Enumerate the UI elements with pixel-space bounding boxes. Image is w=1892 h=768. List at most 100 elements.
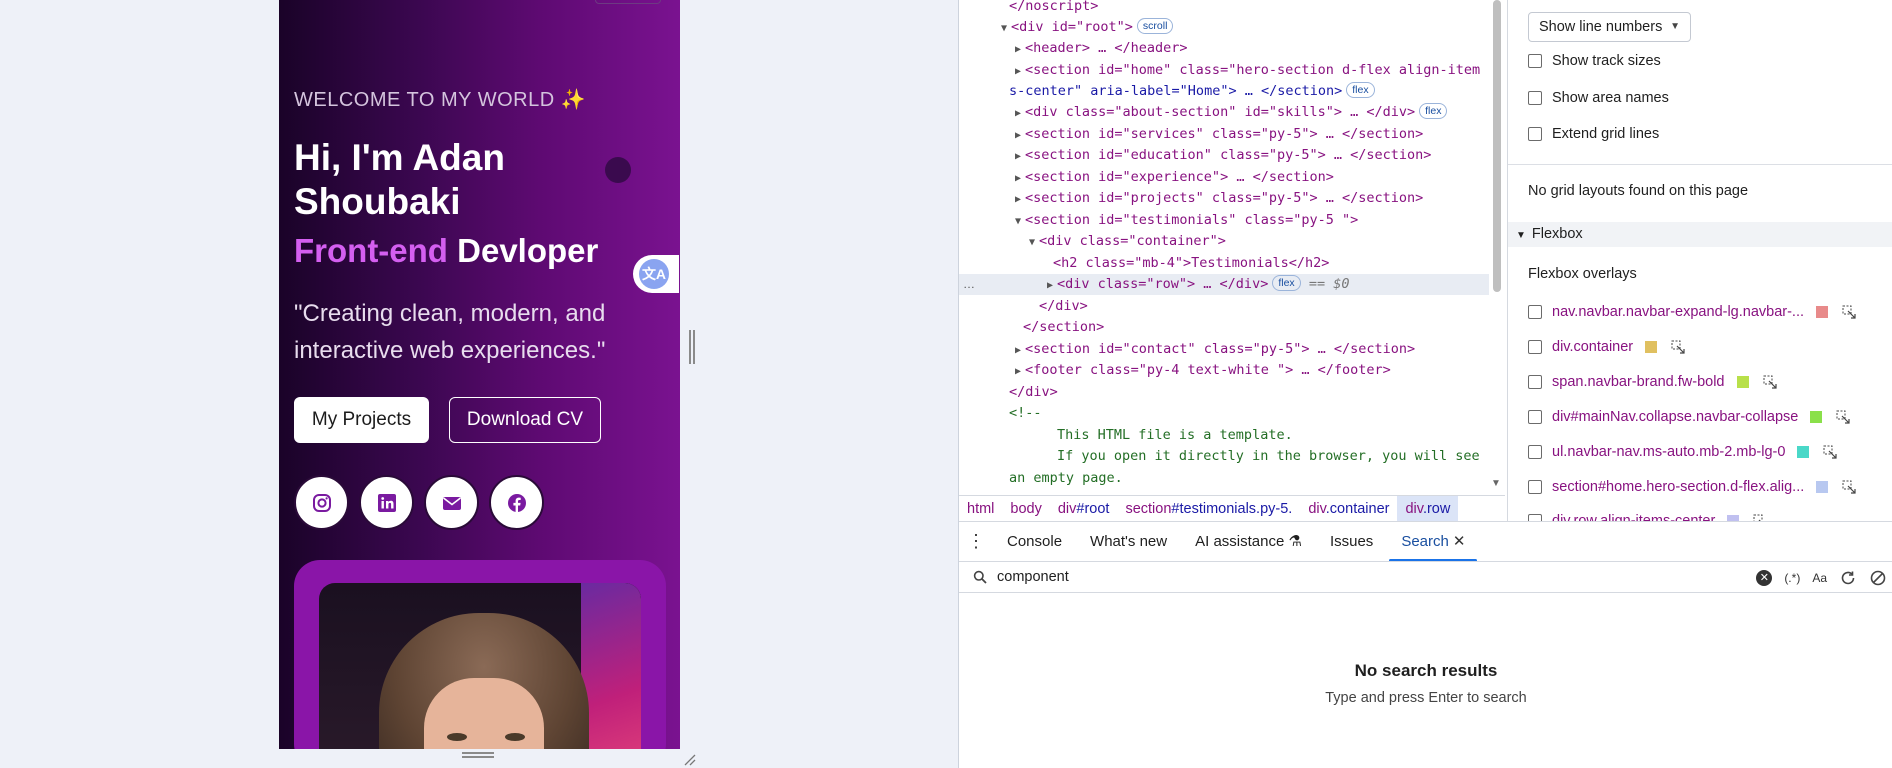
collapsed-triangle-icon[interactable]: ▶ bbox=[1047, 275, 1057, 296]
tree-line-section-home-cont[interactable]: s-center" aria-label="Home"> … </section… bbox=[1009, 81, 1375, 102]
flex-overlay-item[interactable]: section#home.hero-section.d-flex.alig... bbox=[1528, 476, 1856, 498]
flex-overlay-item[interactable]: ul.navbar-nav.ms-auto.mb-2.mb-lg-0 bbox=[1528, 441, 1838, 463]
tree-line-root-close[interactable]: </div> bbox=[1009, 382, 1058, 403]
flex-overlay-item[interactable]: div.container bbox=[1528, 336, 1685, 358]
linkedin-link[interactable] bbox=[359, 475, 414, 530]
tree-line-div-close[interactable]: </div> bbox=[1039, 296, 1088, 317]
my-projects-button[interactable]: My Projects bbox=[294, 397, 429, 443]
collapsed-triangle-icon[interactable]: ▶ bbox=[1015, 39, 1025, 60]
reveal-element-icon[interactable] bbox=[1842, 480, 1856, 494]
tab-console[interactable]: Console bbox=[993, 522, 1076, 562]
flex-overlay-item[interactable]: nav.navbar.navbar-expand-lg.navbar-... bbox=[1528, 301, 1856, 323]
color-swatch[interactable] bbox=[1816, 306, 1829, 318]
checkbox[interactable] bbox=[1528, 305, 1542, 319]
tree-line-section-contact[interactable]: ▶ <section id="contact" class="py-5"> … <… bbox=[1015, 339, 1415, 360]
checkbox[interactable] bbox=[1528, 375, 1542, 389]
checkbox[interactable] bbox=[1528, 410, 1542, 424]
scroll-badge[interactable]: scroll bbox=[1136, 18, 1174, 34]
match-case-toggle[interactable]: Aa bbox=[1812, 571, 1827, 585]
expanded-triangle-icon[interactable]: ▼ bbox=[1001, 18, 1011, 39]
translate-button[interactable]: 文A bbox=[633, 255, 679, 293]
flex-badge[interactable]: flex bbox=[1419, 103, 1448, 119]
corner-resize-icon[interactable] bbox=[682, 752, 696, 766]
reveal-element-icon[interactable] bbox=[1836, 410, 1850, 424]
close-icon[interactable]: ✕ bbox=[1453, 533, 1466, 550]
scroll-down-arrow-icon[interactable]: ▼ bbox=[1491, 478, 1501, 489]
facebook-link[interactable] bbox=[489, 475, 544, 530]
tree-line-comment-open[interactable]: <!-- bbox=[1009, 403, 1042, 424]
elements-scrollbar[interactable] bbox=[1493, 0, 1501, 292]
extend-grid-lines-option[interactable]: Extend grid lines bbox=[1528, 123, 1659, 145]
collapsed-triangle-icon[interactable]: ▶ bbox=[1015, 146, 1025, 167]
tree-line-section-testimonials[interactable]: ▼ <section id="testimonials" class="py-5 … bbox=[1015, 210, 1358, 231]
tab-ai-assistance[interactable]: AI assistance ⚗ bbox=[1181, 522, 1316, 562]
flex-overlay-item[interactable]: span.navbar-brand.fw-bold bbox=[1528, 371, 1777, 393]
refresh-icon[interactable] bbox=[1839, 569, 1857, 587]
tree-line-section-home[interactable]: ▶ <section id="home" class="hero-section … bbox=[1015, 60, 1480, 81]
bottom-resize-grip[interactable] bbox=[462, 752, 494, 762]
tree-line-comment-1[interactable]: This HTML file is a template. bbox=[1057, 425, 1293, 446]
tree-line-section-close[interactable]: </section> bbox=[1023, 317, 1104, 338]
clear-search-icon[interactable]: ✕ bbox=[1756, 570, 1773, 586]
tab-search[interactable]: Search ✕ bbox=[1387, 522, 1479, 562]
tree-line-section-education[interactable]: ▶ <section id="education" class="py-5"> …… bbox=[1015, 145, 1431, 166]
tree-line-section-services[interactable]: ▶ <section id="services" class="py-5"> … … bbox=[1015, 124, 1423, 145]
tab-whats-new[interactable]: What's new bbox=[1076, 522, 1181, 562]
checkbox[interactable] bbox=[1528, 340, 1542, 354]
crumb-section-testimonials[interactable]: section#testimonials.py-5. bbox=[1117, 496, 1300, 522]
reveal-element-icon[interactable] bbox=[1763, 375, 1777, 389]
tree-line-comment-3[interactable]: an empty page. bbox=[1009, 468, 1123, 489]
tree-line-noscript-close[interactable]: </noscript> bbox=[1009, 0, 1098, 17]
collapsed-triangle-icon[interactable]: ▶ bbox=[1015, 125, 1025, 146]
tree-line-section-projects[interactable]: ▶ <section id="projects" class="py-5"> … … bbox=[1015, 188, 1423, 209]
clear-results-icon[interactable] bbox=[1869, 569, 1887, 587]
checkbox[interactable] bbox=[1528, 514, 1542, 521]
page-preview[interactable]: WELCOME TO MY WORLD ✨ Hi, I'm Adan Shoub… bbox=[279, 0, 680, 749]
checkbox[interactable] bbox=[1528, 480, 1542, 494]
elements-tree[interactable]: </noscript> ▼ <div id="root"> scroll ▶ <hea… bbox=[959, 0, 1490, 495]
reveal-element-icon[interactable] bbox=[1671, 340, 1685, 354]
reveal-element-icon[interactable] bbox=[1823, 445, 1838, 459]
reveal-element-icon[interactable] bbox=[1842, 305, 1856, 319]
navbar-toggler-stub[interactable] bbox=[595, 0, 661, 4]
collapsed-triangle-icon[interactable]: ▶ bbox=[1015, 168, 1025, 189]
grid-overlay-select[interactable]: Show line numbers ▼ bbox=[1528, 12, 1691, 42]
collapsed-triangle-icon[interactable]: ▶ bbox=[1015, 61, 1025, 82]
tree-line-comment-2[interactable]: If you open it directly in the browser, … bbox=[1057, 446, 1480, 467]
tree-line-root[interactable]: ▼ <div id="root"> scroll bbox=[1001, 17, 1174, 39]
regex-toggle[interactable]: (.*) bbox=[1784, 571, 1800, 585]
collapsed-triangle-icon[interactable]: ▶ bbox=[1015, 189, 1025, 210]
color-swatch[interactable] bbox=[1816, 481, 1829, 493]
flexbox-section-header[interactable]: ▼ Flexbox bbox=[1508, 222, 1892, 247]
crumb-div-row[interactable]: div.row bbox=[1397, 495, 1459, 522]
flex-badge[interactable]: flex bbox=[1346, 82, 1375, 98]
expanded-triangle-icon[interactable]: ▼ bbox=[1015, 211, 1025, 232]
tab-issues[interactable]: Issues bbox=[1316, 522, 1387, 562]
reveal-element-icon[interactable] bbox=[1753, 514, 1767, 521]
more-tabs-icon[interactable]: ⋮ bbox=[959, 531, 993, 552]
show-track-sizes-option[interactable]: Show track sizes bbox=[1528, 50, 1661, 72]
crumb-body[interactable]: body bbox=[1002, 496, 1049, 522]
checkbox[interactable] bbox=[1528, 54, 1542, 68]
instagram-link[interactable] bbox=[294, 475, 349, 530]
flex-overlay-item[interactable]: div#mainNav.collapse.navbar-collapse bbox=[1528, 406, 1850, 428]
collapsed-triangle-icon[interactable]: ▶ bbox=[1015, 103, 1025, 124]
expanded-triangle-icon[interactable]: ▼ bbox=[1029, 232, 1039, 253]
color-swatch[interactable] bbox=[1736, 376, 1749, 388]
tree-line-div-row-selected[interactable]: … ▶ <div class="row"> … </div> flex == $0 bbox=[959, 274, 1489, 295]
tree-line-h2[interactable]: <h2 class="mb-4">Testimonials</h2> bbox=[1053, 253, 1329, 274]
tree-line-footer[interactable]: ▶ <footer class="py-4 text-white "> … </f… bbox=[1015, 360, 1391, 381]
crumb-div-container[interactable]: div.container bbox=[1300, 496, 1397, 522]
collapsed-triangle-icon[interactable]: ▶ bbox=[1015, 340, 1025, 361]
checkbox[interactable] bbox=[1528, 91, 1542, 105]
checkbox[interactable] bbox=[1528, 127, 1542, 141]
download-cv-button[interactable]: Download CV bbox=[449, 397, 601, 443]
color-swatch[interactable] bbox=[1810, 411, 1823, 423]
crumb-div-root[interactable]: div#root bbox=[1050, 496, 1118, 522]
tree-line-about-section[interactable]: ▶ <div class="about-section" id="skills">… bbox=[1015, 102, 1448, 124]
tree-line-header[interactable]: ▶ <header> … </header> bbox=[1015, 38, 1188, 59]
color-swatch[interactable] bbox=[1797, 446, 1810, 458]
checkbox[interactable] bbox=[1528, 445, 1542, 459]
crumb-html[interactable]: html bbox=[959, 496, 1002, 522]
color-swatch[interactable] bbox=[1645, 341, 1658, 353]
